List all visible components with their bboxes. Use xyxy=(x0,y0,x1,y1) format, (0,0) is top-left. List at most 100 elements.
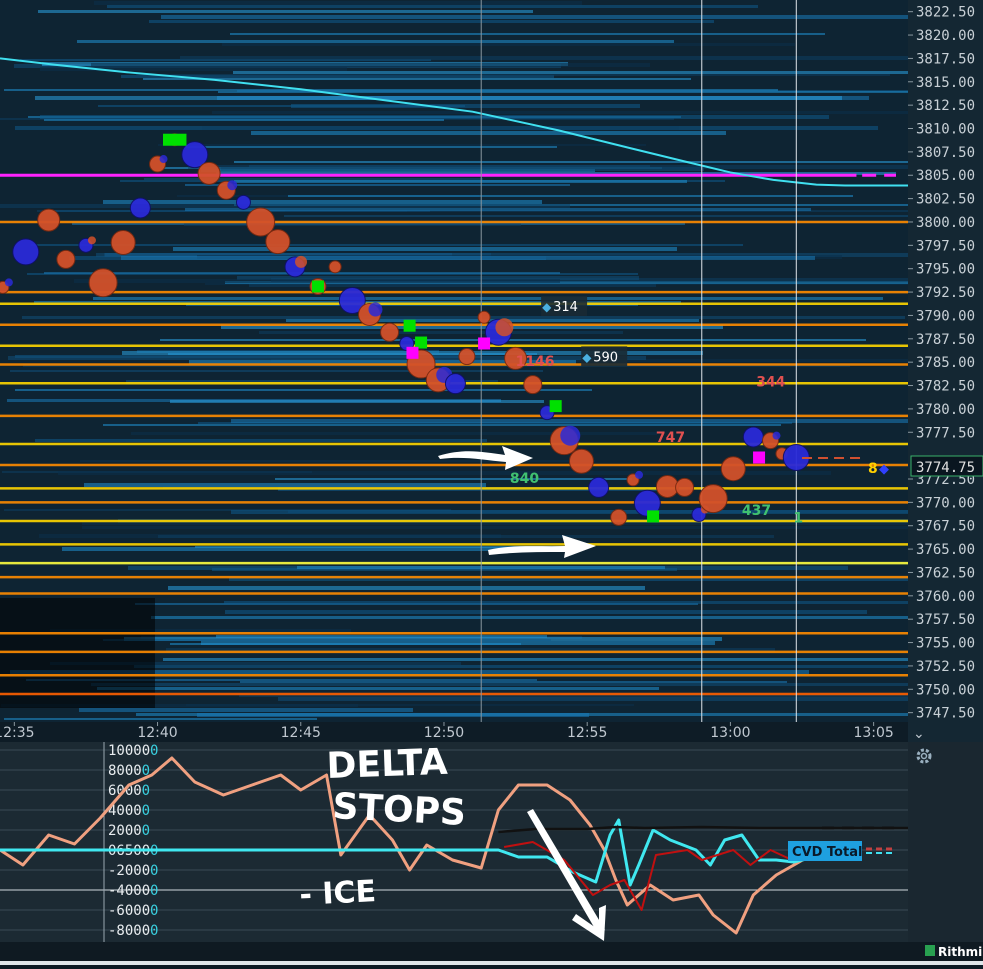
current-price-badge-label: 3774.75 xyxy=(916,460,975,476)
heatmap-band xyxy=(121,256,815,260)
current-price-marker: 8 xyxy=(868,461,878,477)
heatmap-band xyxy=(184,223,521,226)
ask-bubble xyxy=(88,268,118,298)
signal-marker xyxy=(549,400,562,413)
rithmic-logo-icon xyxy=(925,945,935,956)
cvd-tick-suffix: 0 xyxy=(142,783,150,799)
price-tick-label: 3760.00 xyxy=(916,589,975,605)
diamond-icon: ◆ xyxy=(542,300,552,314)
price-tick-label: 3777.50 xyxy=(916,425,975,441)
signal-marker xyxy=(174,133,187,146)
heatmap-band xyxy=(0,204,570,208)
heatmap-band xyxy=(10,370,543,372)
trade-label: 1 xyxy=(793,510,803,526)
heatmap-band xyxy=(275,478,632,480)
heatmap-band xyxy=(240,681,787,683)
signal-marker xyxy=(753,451,766,464)
cvd-axis-panel xyxy=(908,742,983,942)
ask-bubble xyxy=(56,249,76,269)
price-tick-label: 3815.00 xyxy=(916,75,975,91)
heatmap-band xyxy=(97,687,659,690)
cvd-tick-label: 8000 xyxy=(108,763,142,779)
annotation-delta: DELTA xyxy=(326,742,449,787)
chevron-down-icon[interactable]: ⌄ xyxy=(913,726,925,742)
heatmap-band xyxy=(31,244,743,246)
cvd-tick-label: -8000 xyxy=(108,923,150,939)
heatmap-band xyxy=(35,96,842,100)
price-tick-label: 3812.50 xyxy=(916,98,975,114)
heatmap-band xyxy=(186,146,557,148)
heatmap-band xyxy=(143,78,691,80)
price-tick-label: 3797.50 xyxy=(916,238,975,254)
heatmap-band xyxy=(251,131,726,135)
heatmap-band xyxy=(188,165,908,169)
heatmap-band xyxy=(233,71,908,74)
heatmap-band xyxy=(158,144,646,146)
heatmap-band xyxy=(35,439,487,442)
heatmap-band xyxy=(160,339,866,341)
time-tick-label: 12:45 xyxy=(281,725,321,741)
time-tick-label: 13:00 xyxy=(710,725,750,741)
trade-label: 590 xyxy=(593,350,618,365)
price-tick-label: 3787.50 xyxy=(916,332,975,348)
time-axis[interactable]: 12:35 12:40 12:45 12:50 12:55 13:00 13:05 xyxy=(0,722,908,742)
cvd-tick-label: 10000 xyxy=(108,743,150,759)
signal-marker xyxy=(415,336,428,349)
heatmap-band xyxy=(158,535,774,538)
time-tick-label: 12:55 xyxy=(567,725,607,741)
heatmap-band xyxy=(4,89,778,91)
cvd-tick-label: -2000 xyxy=(108,863,150,879)
annotation-ice: - ICE xyxy=(299,874,377,913)
price-tick-label: 3805.00 xyxy=(916,168,975,184)
heatmap-band xyxy=(82,526,908,529)
price-tick-label: 3792.50 xyxy=(916,285,975,301)
cvd-legend-label: CVD Total xyxy=(792,845,862,860)
signal-marker xyxy=(478,337,491,350)
ask-bubble xyxy=(523,375,543,395)
cvd-tick-suffix: 0 xyxy=(150,743,158,759)
bid-bubble xyxy=(129,197,151,219)
price-tick-label: 3790.00 xyxy=(916,308,975,324)
signal-marker xyxy=(406,346,419,359)
bid-bubble xyxy=(12,238,40,266)
heatmap-band xyxy=(38,10,533,13)
heatmap-band xyxy=(149,20,714,23)
order-flow-chart[interactable]: ◆ 3141146 ◆ 590747344840437 1 8 ◆ 3822.50382… xyxy=(0,0,983,965)
heatmap-band xyxy=(151,616,908,619)
price-tick-label: 3800.00 xyxy=(916,215,975,231)
heatmap-band xyxy=(107,5,758,8)
diamond-icon: ◆ xyxy=(582,350,592,364)
ask-bubble xyxy=(698,484,728,514)
price-axis[interactable]: 3822.50 3820.00 3817.50 3815.00 3812.50 3810.… xyxy=(908,0,983,722)
bid-bubble xyxy=(159,155,168,164)
heatmap-band xyxy=(202,126,679,130)
heatmap-band xyxy=(91,63,650,67)
price-tick-label: 3820.00 xyxy=(916,28,975,44)
ask-bubble xyxy=(328,260,342,274)
bid-bubble xyxy=(742,426,764,448)
trade-label: 840 xyxy=(510,471,539,487)
status-bar-edge xyxy=(0,961,983,965)
price-tick-label: 3770.00 xyxy=(916,495,975,511)
price-tick-label: 3822.50 xyxy=(916,5,975,21)
cvd-panel[interactable]: 10000 08000 06000 04000 02000 006500 0-2000 0-4… xyxy=(0,742,908,942)
bid-bubble xyxy=(235,194,251,210)
heatmap-band xyxy=(225,610,867,614)
heatmap-band xyxy=(22,316,905,319)
heatmap-band xyxy=(231,419,908,423)
bid-bubble xyxy=(4,278,13,287)
heatmap-band xyxy=(234,180,687,183)
heatmap-band xyxy=(239,695,908,697)
heatmap-band xyxy=(224,601,908,604)
price-tick-label: 3755.00 xyxy=(916,636,975,652)
heatmap-band xyxy=(185,184,570,186)
price-tick-label: 3747.50 xyxy=(916,706,975,722)
heatmap-band xyxy=(180,56,908,60)
bid-bubble xyxy=(560,425,581,446)
price-tick-label: 3817.50 xyxy=(916,51,975,67)
bid-bubble xyxy=(772,431,781,440)
heatmap-band xyxy=(84,483,486,487)
price-tick-label: 3752.50 xyxy=(916,659,975,675)
heatmap-band xyxy=(201,641,715,645)
price-tick-label: 3765.00 xyxy=(916,542,975,558)
